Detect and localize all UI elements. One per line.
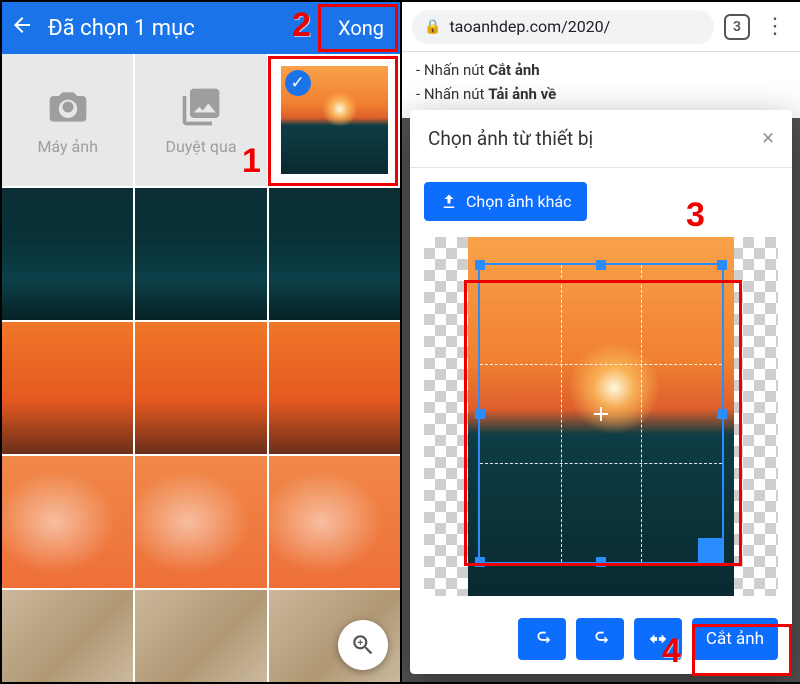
modal-title: Chọn ảnh từ thiết bị: [428, 127, 593, 150]
crop-button[interactable]: Cắt ảnh: [692, 618, 778, 660]
browser-toolbar: 🔒 taoanhdep.com/2020/ 3 ⋮: [402, 2, 800, 52]
gallery-picker-pane: Đã chọn 1 mục Xong 2 Máy ảnh Duyệt qua ✓: [2, 2, 400, 682]
address-bar[interactable]: 🔒 taoanhdep.com/2020/: [412, 10, 714, 44]
modal-header: Chọn ảnh từ thiết bị ×: [410, 110, 792, 168]
rotate-left-button[interactable]: [518, 618, 566, 660]
browser-pane: 🔒 taoanhdep.com/2020/ 3 ⋮ - Nhấn nút Cắt…: [402, 2, 800, 682]
crop-handle[interactable]: [596, 260, 606, 270]
picker-header: Đã chọn 1 mục Xong: [2, 2, 400, 54]
crop-center-icon: [594, 407, 608, 421]
photo-thumb-selected[interactable]: ✓: [269, 54, 400, 186]
url-text: taoanhdep.com/2020/: [449, 17, 610, 36]
browse-tile[interactable]: Duyệt qua: [135, 54, 266, 186]
crop-handle[interactable]: [717, 409, 727, 419]
tab-count-button[interactable]: 3: [724, 14, 750, 40]
photo-thumb[interactable]: [135, 188, 266, 320]
overflow-menu-icon[interactable]: ⋮: [760, 14, 790, 39]
choose-another-button[interactable]: Chọn ảnh khác: [424, 182, 587, 221]
back-arrow-icon[interactable]: [10, 13, 34, 43]
lock-icon: 🔒: [424, 19, 441, 35]
camera-tile[interactable]: Máy ảnh: [2, 54, 133, 186]
crop-resize-handle[interactable]: [698, 538, 724, 564]
photo-thumb[interactable]: [2, 188, 133, 320]
crop-handle[interactable]: [475, 260, 485, 270]
photo-grid: Máy ảnh Duyệt qua ✓: [2, 54, 400, 682]
crop-handle[interactable]: [596, 557, 606, 567]
photo-thumb[interactable]: [135, 456, 266, 588]
photo-thumb[interactable]: [2, 590, 133, 682]
photo-thumb[interactable]: [269, 322, 400, 454]
flip-horizontal-button[interactable]: [634, 618, 682, 660]
upload-icon: [440, 193, 458, 211]
rotate-right-icon: [589, 628, 611, 650]
crop-image: [468, 237, 734, 596]
rotate-right-button[interactable]: [576, 618, 624, 660]
photo-thumb[interactable]: [269, 456, 400, 588]
crop-modal: Chọn ảnh từ thiết bị × Chọn ảnh khác: [410, 110, 792, 674]
crop-handle[interactable]: [475, 557, 485, 567]
photo-thumb[interactable]: [2, 456, 133, 588]
done-button[interactable]: Xong: [330, 12, 392, 44]
selected-check-icon: ✓: [285, 70, 311, 96]
picker-title: Đã chọn 1 mục: [48, 16, 316, 41]
flip-horizontal-icon: [647, 628, 669, 650]
photo-thumb[interactable]: [135, 590, 266, 682]
crop-handle[interactable]: [717, 260, 727, 270]
photo-thumb[interactable]: [135, 322, 266, 454]
browse-label: Duyệt qua: [165, 137, 236, 156]
photo-thumb[interactable]: [2, 322, 133, 454]
modal-footer: Cắt ảnh: [410, 606, 792, 674]
close-icon[interactable]: ×: [762, 126, 774, 151]
crop-handle[interactable]: [475, 409, 485, 419]
rotate-left-icon: [531, 628, 553, 650]
photo-thumb[interactable]: [269, 188, 400, 320]
modal-body: Chọn ảnh khác: [410, 168, 792, 606]
camera-label: Máy ảnh: [37, 137, 97, 156]
page-instructions: - Nhấn nút Cắt ảnh - Nhấn nút Tải ảnh về: [402, 52, 800, 118]
zoom-fab[interactable]: [338, 620, 388, 670]
crop-rectangle[interactable]: [478, 263, 724, 564]
crop-stage[interactable]: [424, 237, 778, 596]
